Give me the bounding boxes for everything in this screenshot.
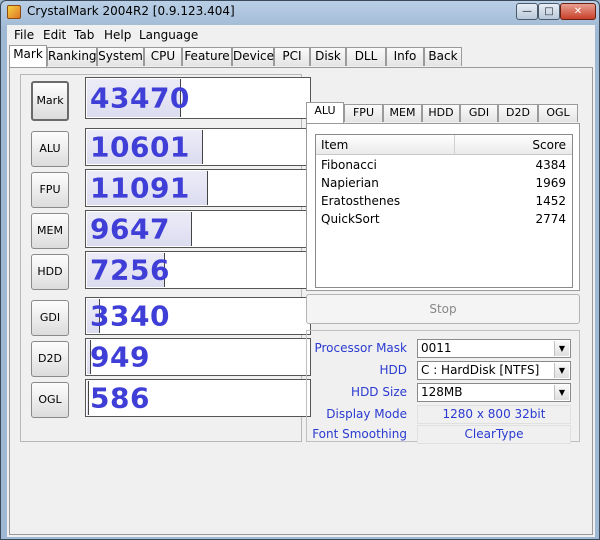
- chevron-down-icon[interactable]: ▼: [554, 385, 569, 400]
- alu-score-box: 10601: [85, 128, 311, 166]
- column-item[interactable]: Item: [321, 138, 348, 152]
- list-item[interactable]: QuickSort 2774: [316, 211, 572, 229]
- list-header: Item Score: [316, 135, 572, 155]
- font-smoothing-label: Font Smoothing: [312, 427, 407, 441]
- score-panel: Mark 43470 ALU 10601 FPU 11091 MEM 9647 …: [20, 74, 311, 442]
- tab-device[interactable]: Device: [232, 47, 274, 66]
- main-tab-strip: Mark Ranking System CPU Feature Device P…: [7, 45, 595, 67]
- column-score[interactable]: Score: [532, 138, 566, 152]
- item-score: 4384: [535, 158, 566, 172]
- menu-language[interactable]: Language: [139, 28, 198, 42]
- stop-button[interactable]: Stop: [306, 294, 580, 324]
- fpu-button[interactable]: FPU: [31, 172, 69, 208]
- fpu-score-value: 11091: [90, 171, 190, 205]
- item-name: Fibonacci: [321, 158, 377, 172]
- tab-info[interactable]: Info: [386, 47, 424, 66]
- ogl-button[interactable]: OGL: [31, 382, 69, 418]
- alu-button[interactable]: ALU: [31, 131, 69, 167]
- item-name: QuickSort: [321, 212, 380, 226]
- hdd-label: HDD: [379, 363, 407, 377]
- subtab-alu[interactable]: ALU: [306, 102, 344, 123]
- subtab-ogl[interactable]: OGL: [538, 104, 578, 122]
- subtab-d2d[interactable]: D2D: [498, 104, 538, 122]
- subtab-hdd[interactable]: HDD: [422, 104, 460, 122]
- hdd-value: C : HardDisk [NTFS]: [421, 363, 540, 377]
- tab-feature[interactable]: Feature: [182, 47, 232, 66]
- alu-score-value: 10601: [90, 130, 190, 164]
- list-item[interactable]: Eratosthenes 1452: [316, 193, 572, 211]
- processor-mask-label: Processor Mask: [314, 341, 407, 355]
- tab-disk[interactable]: Disk: [310, 47, 346, 66]
- mem-button[interactable]: MEM: [31, 213, 69, 249]
- subtab-gdi[interactable]: GDI: [460, 104, 498, 122]
- d2d-score-value: 949: [90, 340, 150, 374]
- tab-pci[interactable]: PCI: [274, 47, 310, 66]
- processor-mask-value: 0011: [421, 341, 452, 355]
- app-window: CrystalMark 2004R2 [0.9.123.404] — □ ✕ F…: [0, 0, 600, 540]
- hdd-score-value: 7256: [90, 253, 170, 287]
- display-mode-label: Display Mode: [326, 407, 407, 421]
- settings-panel: Processor Mask 0011 ▼ HDD C : HardDisk […: [306, 330, 580, 444]
- list-item[interactable]: Napierian 1969: [316, 175, 572, 193]
- alu-detail-panel: Item Score Fibonacci 4384 Napierian 1969…: [306, 123, 580, 291]
- chevron-down-icon[interactable]: ▼: [554, 363, 569, 378]
- item-name: Napierian: [321, 176, 379, 190]
- fpu-score-box: 11091: [85, 169, 311, 207]
- crystalmark-app-icon: [7, 5, 21, 19]
- tab-mark[interactable]: Mark: [9, 45, 47, 67]
- mark-tab-page: Mark 43470 ALU 10601 FPU 11091 MEM 9647 …: [9, 67, 593, 535]
- item-score: 1969: [535, 176, 566, 190]
- close-button[interactable]: ✕: [560, 3, 596, 20]
- item-score: 2774: [535, 212, 566, 226]
- gdi-score-box: 3340: [85, 297, 311, 335]
- tab-dll[interactable]: DLL: [346, 47, 386, 66]
- menu-help[interactable]: Help: [104, 28, 131, 42]
- hdd-button[interactable]: HDD: [31, 254, 69, 290]
- window-title: CrystalMark 2004R2 [0.9.123.404]: [27, 4, 235, 18]
- item-score: 1452: [535, 194, 566, 208]
- ogl-score-value: 586: [90, 381, 150, 415]
- mem-score-value: 9647: [90, 212, 170, 246]
- mark-button[interactable]: Mark: [31, 81, 69, 121]
- item-name: Eratosthenes: [321, 194, 401, 208]
- processor-mask-select[interactable]: 0011 ▼: [417, 339, 571, 358]
- subtab-fpu[interactable]: FPU: [344, 104, 383, 122]
- gdi-button[interactable]: GDI: [31, 300, 69, 336]
- font-smoothing-value: ClearType: [417, 425, 571, 444]
- hdd-size-value: 128MB: [421, 385, 463, 399]
- d2d-score-box: 949: [85, 338, 311, 376]
- menu-bar: File Edit Tab Help Language: [7, 25, 595, 45]
- menu-tab[interactable]: Tab: [74, 28, 94, 42]
- hdd-size-select[interactable]: 128MB ▼: [417, 383, 571, 402]
- list-item[interactable]: Fibonacci 4384: [316, 157, 572, 175]
- result-list[interactable]: Item Score Fibonacci 4384 Napierian 1969…: [315, 134, 573, 288]
- mem-score-box: 9647: [85, 210, 311, 248]
- minimize-button[interactable]: —: [516, 3, 538, 20]
- hdd-score-box: 7256: [85, 251, 311, 289]
- tab-system[interactable]: System: [97, 47, 144, 66]
- display-mode-value: 1280 x 800 32bit: [417, 405, 571, 424]
- menu-edit[interactable]: Edit: [43, 28, 66, 42]
- subtab-mem[interactable]: MEM: [383, 104, 422, 122]
- tab-back[interactable]: Back: [424, 47, 462, 66]
- hdd-size-label: HDD Size: [351, 385, 407, 399]
- column-separator[interactable]: [454, 135, 455, 155]
- sub-tab-strip: ALU FPU MEM HDD GDI D2D OGL: [306, 102, 582, 124]
- ogl-score-box: 586: [85, 379, 311, 417]
- d2d-button[interactable]: D2D: [31, 341, 69, 377]
- title-bar[interactable]: CrystalMark 2004R2 [0.9.123.404] — □ ✕: [1, 1, 599, 23]
- mark-score-box: 43470: [85, 77, 311, 119]
- client-area: File Edit Tab Help Language Mark Ranking…: [7, 25, 595, 537]
- ogl-score-bar: [87, 381, 90, 415]
- menu-file[interactable]: File: [14, 28, 34, 42]
- tab-cpu[interactable]: CPU: [144, 47, 182, 66]
- chevron-down-icon[interactable]: ▼: [554, 341, 569, 356]
- maximize-button[interactable]: □: [538, 3, 560, 20]
- tab-ranking[interactable]: Ranking: [47, 47, 97, 66]
- mark-score-value: 43470: [90, 81, 190, 115]
- hdd-select[interactable]: C : HardDisk [NTFS] ▼: [417, 361, 571, 380]
- gdi-score-value: 3340: [90, 299, 170, 333]
